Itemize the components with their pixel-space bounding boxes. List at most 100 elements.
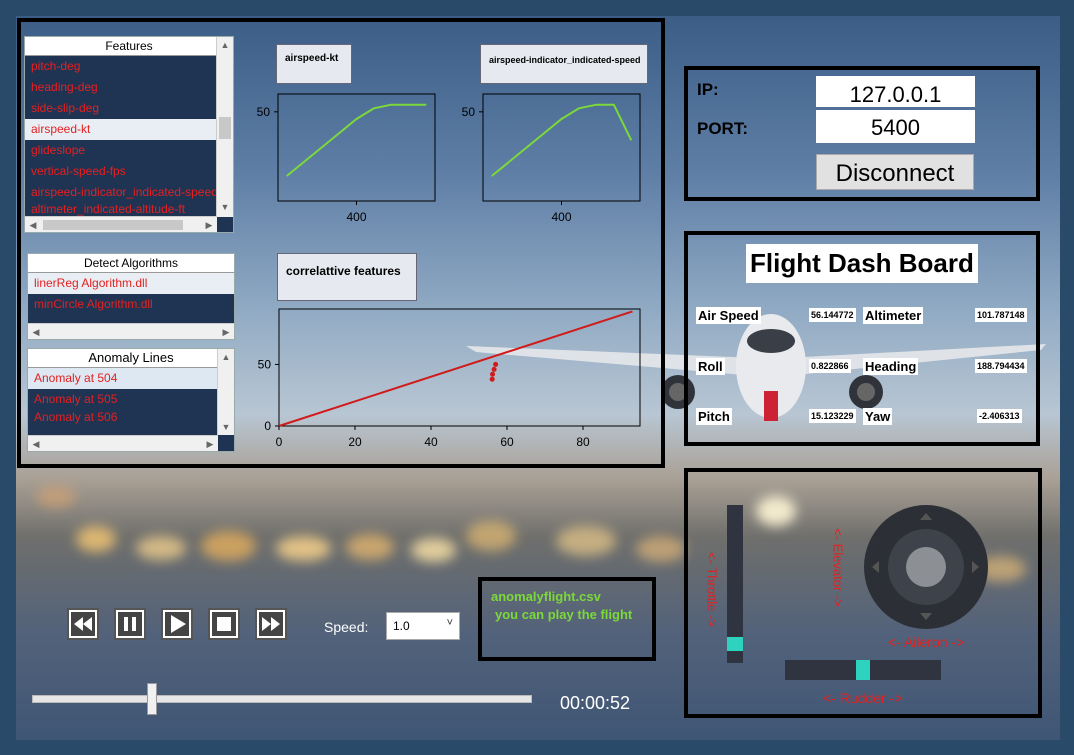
list-item-selected[interactable]: airspeed-kt (25, 119, 233, 140)
list-item[interactable]: vertical-speed-fps (25, 161, 233, 182)
chevron-down-icon: ˅ (446, 617, 453, 629)
scroll-left-icon[interactable]: ◀ (25, 217, 41, 232)
vertical-scrollbar[interactable]: ▲ ▼ (217, 349, 234, 435)
pitch-label: Pitch (696, 408, 732, 425)
stop-button[interactable] (208, 608, 240, 640)
joystick-up-icon (920, 513, 932, 520)
joystick-right-icon (972, 561, 979, 573)
pitch-value: 15.123229 (809, 409, 856, 423)
horizontal-scrollbar[interactable]: ◀ ▶ (25, 216, 217, 232)
play-icon (171, 615, 186, 633)
list-item[interactable]: airspeed-indicator_indicated-speed-kt (25, 182, 233, 203)
list-item[interactable]: pitch-deg (25, 56, 233, 77)
list-item[interactable]: minCircle Algorithm.dll (28, 294, 234, 315)
data-point (493, 361, 499, 367)
list-item[interactable]: altimeter_indicated-altitude-ft (25, 203, 233, 215)
features-list[interactable]: Features pitch-deg heading-deg side-slip… (24, 36, 234, 233)
rewind-icon (74, 617, 92, 631)
horizontal-scrollbar[interactable]: ◀ ▶ (28, 323, 234, 339)
scroll-thumb[interactable] (219, 117, 231, 139)
x-tick-label: 20 (348, 435, 362, 449)
x-tick-label: 400 (551, 210, 571, 224)
speed-select[interactable]: 1.0 ˅ (386, 612, 460, 640)
joystick-left-icon (872, 561, 879, 573)
x-tick-label: 80 (576, 435, 590, 449)
progress-thumb[interactable] (146, 683, 157, 715)
play-button[interactable] (161, 608, 193, 640)
vertical-scrollbar[interactable]: ▲ ▼ (216, 37, 233, 217)
scroll-thumb[interactable] (43, 220, 183, 230)
x-tick-label: 400 (346, 210, 366, 224)
port-field[interactable]: 5400 (816, 110, 975, 143)
series-line (286, 103, 427, 177)
rewind-button[interactable] (67, 608, 99, 640)
chart1-title: airspeed-kt (276, 44, 352, 84)
roll-label: Roll (696, 358, 725, 375)
joystick[interactable] (864, 505, 988, 629)
rudder-thumb[interactable] (856, 660, 870, 680)
fast-forward-button[interactable] (255, 608, 287, 640)
chart2-title: airspeed-indicator_indicated-speed (480, 44, 648, 84)
joystick-knob-center[interactable] (906, 547, 946, 587)
joystick-down-icon (920, 613, 932, 620)
list-item[interactable]: heading-deg (25, 77, 233, 98)
altimeter-label: Altimeter (863, 307, 924, 324)
list-item[interactable]: glideslope (25, 140, 233, 161)
file-name: anomalyflight.csv (491, 589, 601, 604)
stop-icon (217, 617, 231, 631)
list-item-selected[interactable]: Anomaly at 504 (28, 368, 234, 389)
list-item[interactable]: Anomaly at 505 (28, 389, 234, 410)
data-point (490, 371, 496, 377)
data-point (491, 366, 497, 372)
scroll-down-icon[interactable]: ▼ (218, 419, 234, 435)
y-tick-label: 50 (258, 357, 272, 371)
scroll-left-icon[interactable]: ◀ (28, 324, 44, 339)
indicated-speed-chart: 400 50 (462, 93, 641, 224)
scroll-left-icon[interactable]: ◀ (28, 436, 44, 451)
list-item[interactable]: side-slip-deg (25, 98, 233, 119)
scroll-up-icon[interactable]: ▲ (218, 349, 234, 365)
detect-header: Detect Algorithms (28, 254, 234, 273)
x-tick-label: 40 (424, 435, 438, 449)
aileron-label: <- Aileron -> (888, 634, 965, 650)
fast-forward-icon (262, 617, 280, 631)
x-tick-label: 60 (500, 435, 514, 449)
pause-button[interactable] (114, 608, 146, 640)
pause-icon (124, 617, 136, 631)
anomaly-header: Anomaly Lines (28, 349, 234, 368)
y-tick-label: 50 (462, 105, 476, 119)
list-item[interactable]: Anomaly at 506 (28, 410, 234, 424)
scroll-down-icon[interactable]: ▼ (217, 199, 233, 215)
altimeter-value: 101.787148 (975, 308, 1027, 322)
disconnect-button[interactable]: Disconnect (816, 154, 974, 190)
y-tick-label: 50 (257, 105, 271, 119)
ip-field[interactable]: 127.0.0.1 (816, 76, 975, 107)
data-point (489, 376, 495, 382)
airspeed-value: 56.144772 (809, 308, 856, 322)
heading-label: Heading (863, 358, 919, 375)
airspeed-label: Air Speed (696, 307, 761, 324)
regression-line (278, 310, 633, 427)
roll-value: 0.822866 (809, 359, 851, 373)
throttle-thumb[interactable] (727, 637, 743, 652)
time-display: 00:00:52 (560, 693, 631, 713)
speed-value: 1.0 (393, 619, 410, 633)
throttle-label: <- Throttle -> (704, 552, 720, 627)
x-tick-label: 0 (276, 435, 283, 449)
speed-label: Speed: (324, 619, 369, 635)
rudder-label: <- Rudder -> (823, 690, 903, 706)
scroll-right-icon[interactable]: ▶ (202, 436, 218, 451)
scroll-right-icon[interactable]: ▶ (218, 324, 234, 339)
chart3-title: correlattive features (277, 253, 417, 301)
detect-algorithms-list[interactable]: Detect Algorithms linerReg Algorithm.dll… (27, 253, 235, 340)
horizontal-scrollbar[interactable]: ◀ ▶ (28, 435, 218, 451)
anomaly-lines-list[interactable]: Anomaly Lines Anomaly at 504 Anomaly at … (27, 348, 235, 452)
y-tick-label: 0 (264, 419, 271, 433)
scroll-right-icon[interactable]: ▶ (201, 217, 217, 232)
scroll-up-icon[interactable]: ▲ (217, 37, 233, 53)
progress-track[interactable] (32, 695, 532, 703)
ip-label: IP: (697, 80, 719, 99)
yaw-value: -2.406313 (977, 409, 1022, 423)
list-item-selected[interactable]: linerReg Algorithm.dll (28, 273, 234, 294)
dashboard-title: Flight Dash Board (746, 244, 978, 283)
